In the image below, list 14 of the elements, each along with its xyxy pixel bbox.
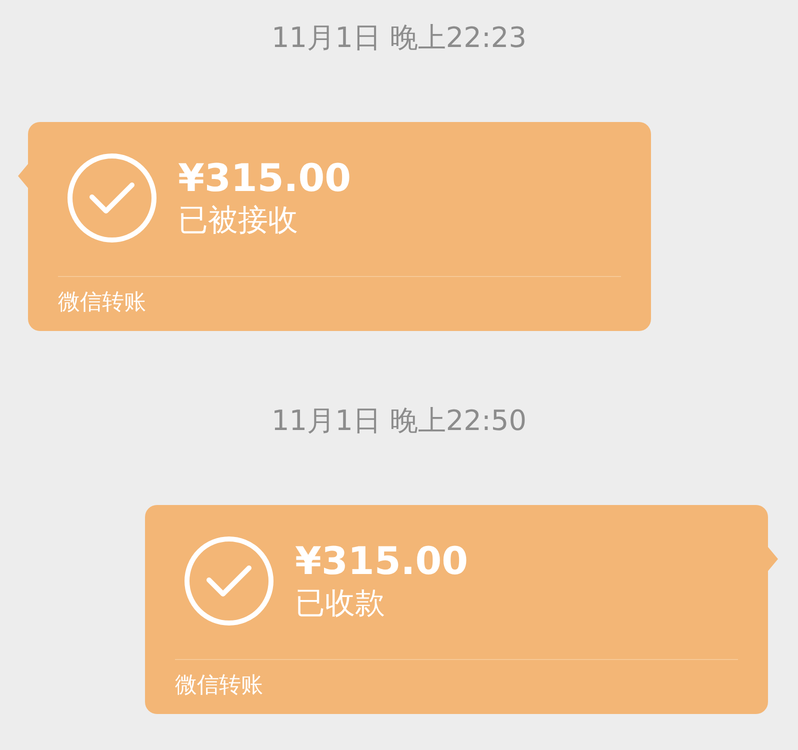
check-circle-icon	[183, 535, 275, 627]
transfer-card[interactable]: ¥315.00 已收款 微信转账	[145, 505, 768, 714]
transfer-label: 微信转账	[58, 290, 146, 315]
message-timestamp: 11月1日 晚上22:23	[271, 20, 527, 56]
transfer-label: 微信转账	[175, 673, 263, 698]
transfer-status: 已收款	[295, 585, 386, 623]
check-circle-icon	[66, 152, 158, 244]
bubble-tail	[18, 164, 28, 188]
transfer-status: 已被接收	[178, 202, 299, 240]
bubble-tail	[768, 547, 778, 571]
transfer-amount: ¥315.00	[178, 155, 352, 201]
message-timestamp: 11月1日 晚上22:50	[271, 403, 527, 439]
transfer-card[interactable]: ¥315.00 已被接收 微信转账	[28, 122, 651, 331]
transfer-amount: ¥315.00	[295, 538, 468, 584]
